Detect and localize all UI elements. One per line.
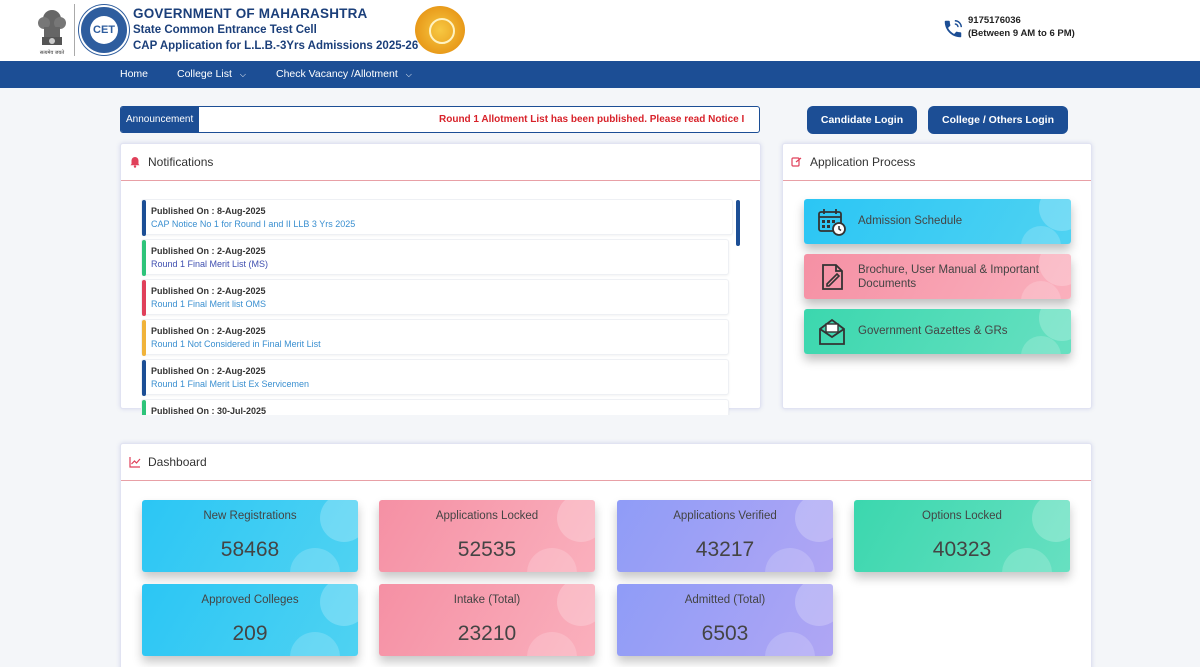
national-emblem-icon xyxy=(38,10,66,45)
main-nav: Home College List ⌵ Check Vacancy /Allotm… xyxy=(0,61,1200,88)
helpline-number[interactable]: 9175176036 xyxy=(968,15,1021,26)
helpline-hours: (Between 9 AM to 6 PM) xyxy=(968,28,1075,39)
application-process-title: Application Process xyxy=(810,155,916,169)
notifications-header: Notifications xyxy=(121,144,760,181)
brochure-documents-button[interactable]: Brochure, User Manual & Important Docume… xyxy=(804,254,1071,299)
announcement-bar: Announcement Round 1 Allotment List has … xyxy=(120,106,760,133)
notification-accent xyxy=(142,200,146,236)
notification-accent xyxy=(142,360,146,396)
notification-item[interactable]: Published On : 8-Aug-2025 CAP Notice No … xyxy=(141,199,733,236)
notification-link[interactable]: CAP Notice No 1 for Round I and II LLB 3… xyxy=(151,219,355,229)
chevron-down-icon: ⌵ xyxy=(405,70,412,79)
notification-link[interactable]: Round 1 Final Merit List Ex Servicemen xyxy=(151,379,309,389)
application-process-header: Application Process xyxy=(783,144,1091,181)
header-application-title: CAP Application for L.L.B.-3Yrs Admissio… xyxy=(133,40,419,52)
candidate-login-button[interactable]: Candidate Login xyxy=(807,106,917,134)
notification-accent xyxy=(142,240,146,276)
notification-link[interactable]: Round 1 Final Merit list OMS xyxy=(151,299,266,309)
notifications-title: Notifications xyxy=(148,155,214,169)
stat-intake-total: Intake (Total) 23210 xyxy=(379,584,595,656)
nav-college-list[interactable]: College List ⌵ xyxy=(177,61,246,88)
government-gazettes-button[interactable]: Government Gazettes & GRs xyxy=(804,309,1071,354)
emblem-caption: सत्यमेव जयते xyxy=(39,50,65,56)
stat-approved-colleges: Approved Colleges 209 xyxy=(142,584,358,656)
notifications-list[interactable]: Published On : 8-Aug-2025 CAP Notice No … xyxy=(141,199,753,415)
process-icon xyxy=(791,157,802,167)
notifications-scrollbar[interactable] xyxy=(736,200,740,246)
stat-applications-locked: Applications Locked 52535 xyxy=(379,500,595,572)
college-login-button[interactable]: College / Others Login xyxy=(928,106,1068,134)
cet-logo: CET xyxy=(79,5,129,55)
site-header: सत्यमेव जयते CET GOVERNMENT OF MAHARASHT… xyxy=(0,0,1200,61)
chevron-down-icon: ⌵ xyxy=(239,70,246,79)
stat-applications-verified: Applications Verified 43217 xyxy=(617,500,833,572)
notification-item[interactable]: Published On : 2-Aug-2025 Round 1 Not Co… xyxy=(141,319,729,356)
maharashtra-seal-icon xyxy=(415,6,465,54)
header-subtitle: State Common Entrance Test Cell xyxy=(133,24,317,36)
dashboard-title: Dashboard xyxy=(148,455,207,469)
dashboard-header: Dashboard xyxy=(121,444,1091,481)
chart-icon xyxy=(129,457,141,468)
stat-new-registrations: New Registrations 58468 xyxy=(142,500,358,572)
notification-link[interactable]: Round 1 Final Merit List (MS) xyxy=(151,259,268,269)
notification-item[interactable]: Published On : 30-Jul-2025 xyxy=(141,399,729,415)
nav-check-vacancy[interactable]: Check Vacancy /Allotment ⌵ xyxy=(276,61,412,88)
notification-accent xyxy=(142,400,146,415)
notifications-panel: Notifications Published On : 8-Aug-2025 … xyxy=(120,143,761,415)
notification-item[interactable]: Published On : 2-Aug-2025 Round 1 Final … xyxy=(141,239,729,276)
phone-icon xyxy=(944,20,962,38)
notification-item[interactable]: Published On : 2-Aug-2025 Round 1 Final … xyxy=(141,279,729,316)
notification-accent xyxy=(142,280,146,316)
document-icon xyxy=(822,264,843,290)
admission-schedule-button[interactable]: Admission Schedule xyxy=(804,199,1071,244)
header-title: GOVERNMENT OF MAHARASHTRA xyxy=(133,6,368,21)
announcement-marquee[interactable]: Round 1 Allotment List has been publishe… xyxy=(439,107,744,132)
bell-icon xyxy=(130,157,140,168)
stat-options-locked: Options Locked 40323 xyxy=(854,500,1070,572)
calendar-icon xyxy=(818,209,846,236)
dashboard-panel: Dashboard New Registrations 58468 Applic… xyxy=(120,443,1092,667)
nav-home[interactable]: Home xyxy=(120,61,148,88)
envelope-icon xyxy=(819,318,845,345)
notification-accent xyxy=(142,320,146,356)
application-process-panel: Application Process Admission Schedule B… xyxy=(782,143,1092,409)
announcement-tag: Announcement xyxy=(121,107,199,132)
notification-item[interactable]: Published On : 2-Aug-2025 Round 1 Final … xyxy=(141,359,729,396)
notification-link[interactable]: Round 1 Not Considered in Final Merit Li… xyxy=(151,339,321,349)
stat-admitted-total: Admitted (Total) 6503 xyxy=(617,584,833,656)
header-divider xyxy=(74,4,75,56)
